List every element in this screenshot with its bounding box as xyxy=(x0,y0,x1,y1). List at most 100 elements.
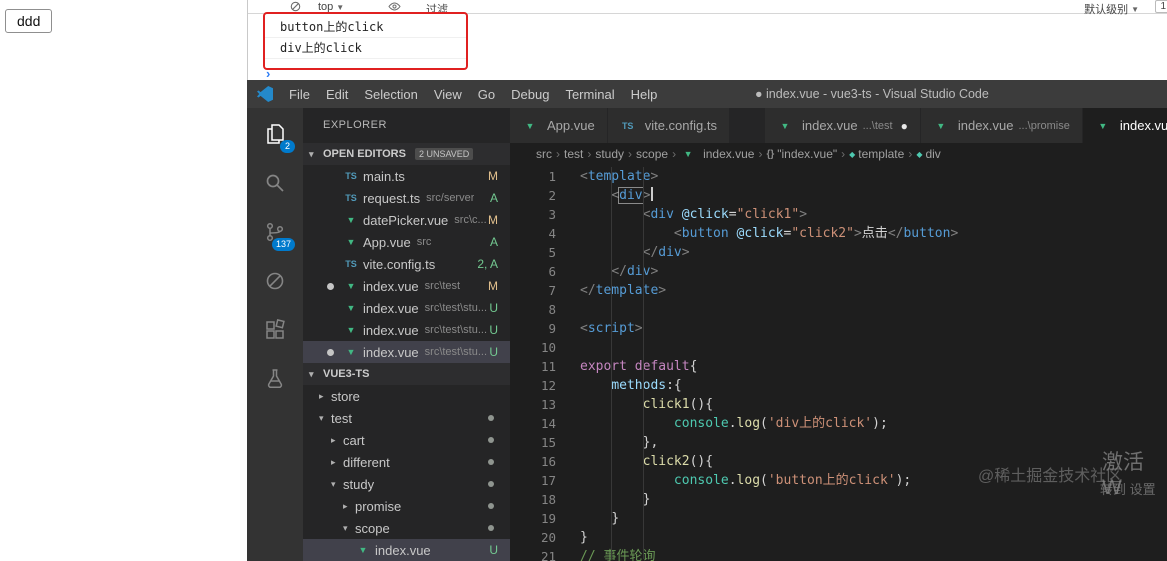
code-line[interactable]: 11 export default{ xyxy=(510,357,1167,376)
code-line[interactable]: 3 <div @click="click1"> xyxy=(510,205,1167,224)
tree-folder-item[interactable]: ▸ cart xyxy=(303,429,510,451)
item-name: index.vue xyxy=(375,542,431,558)
code-line[interactable]: 7 </template> xyxy=(510,281,1167,300)
console-message[interactable]: button上的click xyxy=(265,17,466,38)
code-text: // 事件轮询 xyxy=(580,549,656,561)
open-editor-item[interactable]: ▼ index.vue src\test\stu... U xyxy=(303,319,510,341)
explorer-icon[interactable]: 2 xyxy=(259,118,295,153)
log-level-dropdown[interactable]: 默认级别 ▼ xyxy=(1084,1,1139,17)
code-line[interactable]: 15 }, xyxy=(510,433,1167,452)
console-prompt-chevron: › xyxy=(266,66,271,81)
debug-icon[interactable] xyxy=(259,265,291,297)
test-explorer-icon[interactable] xyxy=(259,363,291,395)
code-line[interactable]: 6 </div> xyxy=(510,262,1167,281)
menu-edit[interactable]: Edit xyxy=(318,87,356,102)
tree-folder-item[interactable]: ▸ store xyxy=(303,385,510,407)
tab-index.vue[interactable]: ▼ index.vue ...\test ● xyxy=(764,108,921,143)
menu-file[interactable]: File xyxy=(281,87,318,102)
code-line[interactable]: 16 click2(){ xyxy=(510,452,1167,471)
extensions-icon[interactable] xyxy=(259,314,291,346)
code-line[interactable]: 4 <button @click="click2">点击</button> xyxy=(510,224,1167,243)
code-line[interactable]: 1 <template> xyxy=(510,167,1167,186)
item-name: store xyxy=(331,388,360,404)
tree-folder-item[interactable]: ▾ scope xyxy=(303,517,510,539)
tab-path: ...\test xyxy=(862,119,893,132)
line-number: 6 xyxy=(548,264,556,279)
code-line[interactable]: 2 <div> xyxy=(510,186,1167,205)
tab-index.vue[interactable]: ▼ index.vue ...\promise xyxy=(920,108,1083,143)
git-status-badge: M xyxy=(488,279,498,293)
search-icon[interactable] xyxy=(259,167,291,199)
sidebar-title: EXPLORER xyxy=(323,119,387,131)
menu-debug[interactable]: Debug xyxy=(503,87,557,102)
unsaved-count-badge: 2 UNSAVED xyxy=(414,148,474,160)
breadcrumb-item[interactable]: study xyxy=(595,147,624,161)
line-number: 4 xyxy=(548,226,556,241)
editor-area: ▼ App.vue TS vite.config.ts ▼ index.vue ...\te… xyxy=(510,108,1167,561)
breadcrumb-item[interactable]: {} "index.vue" xyxy=(766,147,837,161)
code-line[interactable]: 17 console.log('button上的click'); xyxy=(510,471,1167,490)
menu-help[interactable]: Help xyxy=(623,87,666,102)
code-line[interactable]: 10 xyxy=(510,338,1167,357)
tree-folder-item[interactable]: ▸ different xyxy=(303,451,510,473)
tree-folder-item[interactable]: ▾ study xyxy=(303,473,510,495)
page-button-ddd[interactable]: ddd xyxy=(5,9,53,33)
chevron-down-icon: ▾ xyxy=(309,148,314,159)
project-label: VUE3-TS xyxy=(323,368,370,380)
code-area[interactable]: 1 <template> 2 <div> 3 <div @click="click1"… xyxy=(510,165,1167,561)
code-text: export default{ xyxy=(580,359,698,374)
tree-folder-item[interactable]: ▾ test xyxy=(303,407,510,429)
project-section-header[interactable]: ▾ VUE3-TS xyxy=(303,363,510,385)
open-editor-item[interactable]: TS vite.config.ts 2, A xyxy=(303,253,510,275)
code-line[interactable]: 5 </div> xyxy=(510,243,1167,262)
modified-dot-icon xyxy=(488,503,494,509)
line-number: 14 xyxy=(540,416,556,431)
menu-go[interactable]: Go xyxy=(470,87,503,102)
vue-file-icon: ▼ xyxy=(936,120,946,131)
code-line[interactable]: 21 // 事件轮询 xyxy=(510,547,1167,561)
open-editor-item[interactable]: TS main.ts M xyxy=(303,165,510,187)
code-line[interactable]: 18 } xyxy=(510,490,1167,509)
breadcrumb-item[interactable]: scope xyxy=(636,147,668,161)
code-line[interactable]: 8 xyxy=(510,300,1167,319)
menu-view[interactable]: View xyxy=(426,87,470,102)
tab-App.vue[interactable]: ▼ App.vue xyxy=(510,108,608,143)
line-number: 10 xyxy=(540,340,556,355)
indent-guide xyxy=(643,167,644,559)
code-line[interactable]: 12 methods:{ xyxy=(510,376,1167,395)
eye-icon[interactable] xyxy=(388,1,401,12)
code-line[interactable]: 13 click1(){ xyxy=(510,395,1167,414)
breadcrumb-item[interactable]: ◆ template xyxy=(849,147,904,161)
file-path: src\test\stu... xyxy=(424,324,488,336)
open-editor-item[interactable]: ▼ datePicker.vue src\c... M xyxy=(303,209,510,231)
chevron-icon: ▸ xyxy=(319,390,324,401)
code-line[interactable]: 20} xyxy=(510,528,1167,547)
open-editor-item[interactable]: ▼ index.vue src\test M xyxy=(303,275,510,297)
source-control-icon[interactable]: 137 xyxy=(259,216,295,251)
issues-badge[interactable]: 1 xyxy=(1155,0,1167,13)
code-line[interactable]: 19 } xyxy=(510,509,1167,528)
breadcrumb-item[interactable]: ▼ index.vue xyxy=(680,147,755,161)
open-editor-item[interactable]: TS request.ts src/server A xyxy=(303,187,510,209)
code-line[interactable]: 9<script> xyxy=(510,319,1167,338)
open-editor-item[interactable]: ▼ App.vue src A xyxy=(303,231,510,253)
code-line[interactable]: 14 console.log('div上的click'); xyxy=(510,414,1167,433)
menu-terminal[interactable]: Terminal xyxy=(557,87,622,102)
tree-file-item[interactable]: ▼ index.vue U xyxy=(303,539,510,561)
file-name: index.vue xyxy=(363,344,419,360)
symbol-icon: ◆ xyxy=(849,149,856,159)
console-message[interactable]: div上的click xyxy=(265,38,466,59)
chevron-icon: ▸ xyxy=(343,500,348,511)
clear-console-icon[interactable] xyxy=(290,1,301,12)
tab-vite.config.ts[interactable]: TS vite.config.ts xyxy=(607,108,730,143)
breadcrumb-item[interactable]: src xyxy=(536,147,552,161)
tab-index.vue[interactable]: ▼index.vue... xyxy=(1082,108,1167,143)
breadcrumb-item[interactable]: ◆ div xyxy=(916,147,941,161)
screenshot-root: ddd top ▼ 过滤 默认级别 ▼ 1 button上的click div上的… xyxy=(0,0,1167,561)
tree-folder-item[interactable]: ▸ promise xyxy=(303,495,510,517)
menu-selection[interactable]: Selection xyxy=(356,87,425,102)
open-editor-item[interactable]: ▼ index.vue src\test\stu... U xyxy=(303,297,510,319)
open-editor-item[interactable]: ▼ index.vue src\test\stu... U xyxy=(303,341,510,363)
breadcrumb-item[interactable]: test xyxy=(564,147,583,161)
open-editors-header[interactable]: ▾ OPEN EDITORS 2 UNSAVED xyxy=(303,143,510,165)
